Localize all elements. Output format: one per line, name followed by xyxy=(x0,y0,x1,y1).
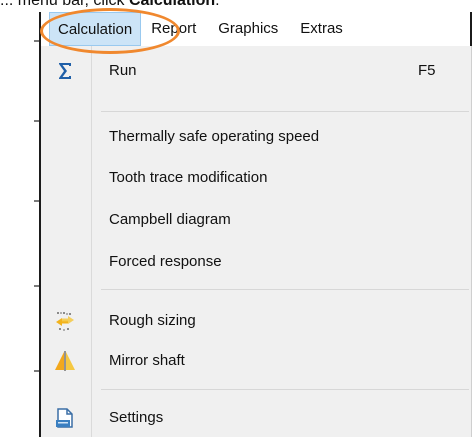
instruction-target: Calculation xyxy=(128,0,216,9)
menu-extras[interactable]: Extras xyxy=(292,12,351,46)
menu-item-settings[interactable]: Settings xyxy=(41,399,471,437)
menu-separator xyxy=(101,111,469,112)
mirror-shaft-icon xyxy=(55,351,75,371)
instruction-suffix: . xyxy=(215,0,220,9)
window-edge-mark xyxy=(34,40,39,42)
menu-bar: Calculation Report Graphics Extras xyxy=(41,12,472,47)
menu-item-label: Campbell diagram xyxy=(109,211,231,228)
menu-item-campbell-diagram[interactable]: Campbell diagram xyxy=(41,201,471,239)
menu-item-label: Mirror shaft xyxy=(109,352,185,369)
menu-separator xyxy=(101,389,469,390)
menu-item-label: Forced response xyxy=(109,253,222,270)
window-edge-mark xyxy=(34,370,39,372)
menu-separator xyxy=(101,289,469,290)
window-edge-mark xyxy=(34,285,39,287)
menu-item-label: Settings xyxy=(109,409,164,426)
menu-report[interactable]: Report xyxy=(143,12,204,46)
instruction-text: ... menu bar, click Calculation. xyxy=(0,0,220,9)
menu-calculation[interactable]: Calculation xyxy=(49,12,142,46)
menu-item-run[interactable]: Run F5 xyxy=(41,52,471,90)
menu-graphics[interactable]: Graphics xyxy=(210,12,286,46)
menu-item-forced-response[interactable]: Forced response xyxy=(41,243,471,281)
menu-item-mirror-shaft[interactable]: Mirror shaft xyxy=(41,342,471,380)
menu-item-rough-sizing[interactable]: Rough sizing xyxy=(41,302,471,340)
screenshot: ... menu bar, click Calculation. Calcula… xyxy=(0,0,472,437)
menu-item-label: Tooth trace modification xyxy=(109,169,268,186)
menu-item-tooth-trace-modification[interactable]: Tooth trace modification xyxy=(41,159,471,197)
menu-item-label: Thermally safe operating speed xyxy=(109,128,320,145)
menu-item-label: Rough sizing xyxy=(109,312,196,329)
window-edge-mark xyxy=(34,200,39,202)
settings-icon xyxy=(56,408,73,428)
shortcut-label: F5 xyxy=(418,62,436,79)
menu-item-label: Run xyxy=(109,62,137,79)
menu-item-thermally-safe-operating-speed[interactable]: Thermally safe operating speed xyxy=(41,118,471,156)
window-edge-mark xyxy=(34,120,39,122)
rough-sizing-icon xyxy=(56,312,74,331)
sigma-icon xyxy=(59,63,71,79)
instruction-prefix: ... menu bar, click xyxy=(0,0,129,9)
calculation-dropdown: Run F5 Thermally safe operating speed To… xyxy=(41,46,472,437)
